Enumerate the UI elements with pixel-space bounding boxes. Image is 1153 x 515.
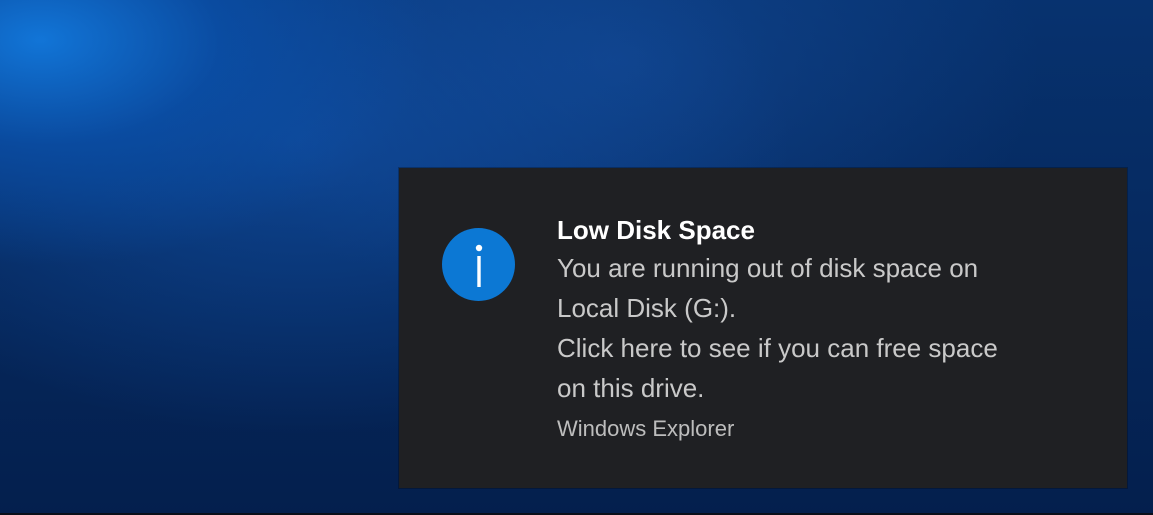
notification-title: Low Disk Space [557,215,755,245]
notification-source: Windows Explorer [557,416,735,441]
low-disk-space-notification[interactable]: Low Disk Space You are running out of di… [399,168,1127,488]
info-glyph [475,244,482,287]
notification-content: Low Disk Space You are running out of di… [557,212,1097,444]
notification-message-line: You are running out of disk space on [557,253,979,283]
notification-message-line: Local Disk (G:). [557,293,737,323]
notification-message-line: on this drive. [557,373,705,403]
info-icon [442,228,515,301]
notification-message-line: Click here to see if you can free space [557,333,998,363]
